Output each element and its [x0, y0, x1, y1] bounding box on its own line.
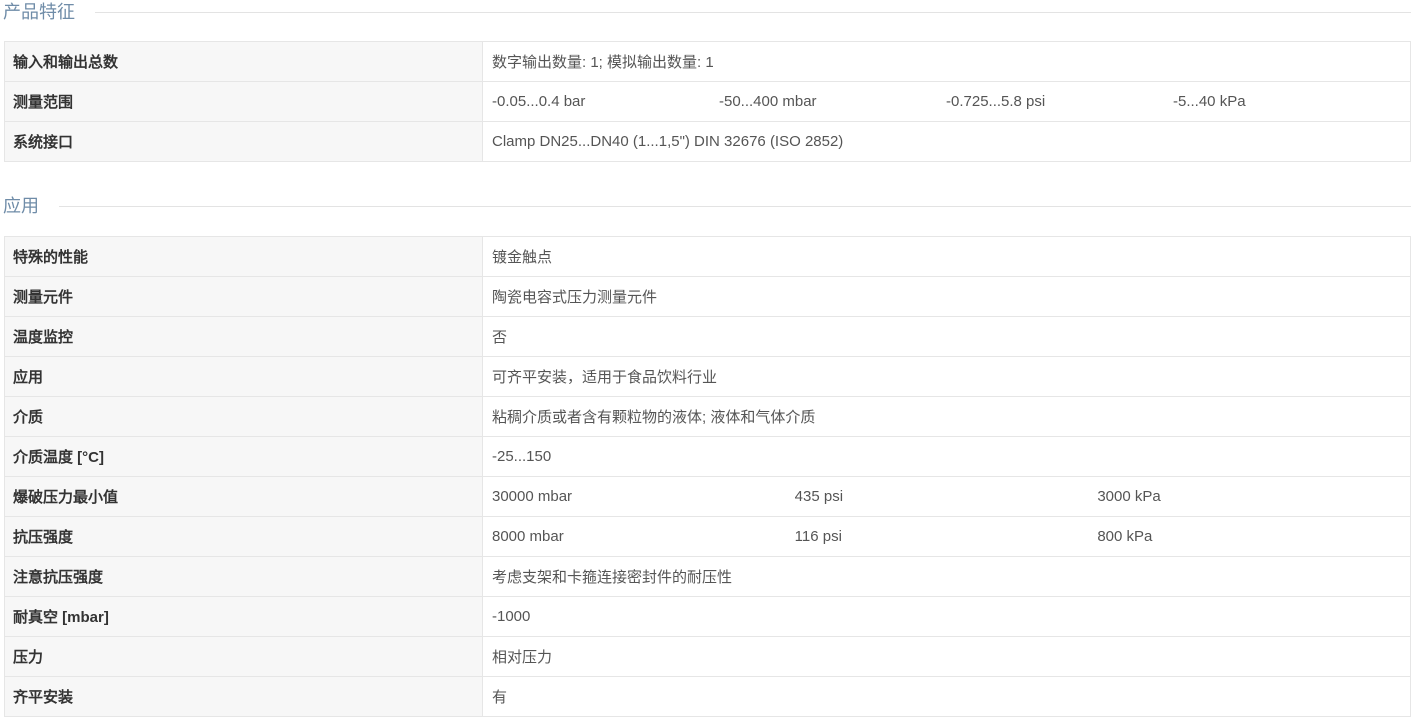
- spec-value-item: 可齐平安装，适用于食品饮料行业: [492, 369, 718, 386]
- spec-value-item: 30000 mbar: [492, 488, 573, 505]
- spec-value: 有: [483, 677, 1411, 716]
- spec-value-item: 否: [492, 329, 508, 346]
- spec-label: 齐平安装: [5, 677, 483, 716]
- spec-value: 30000 mbar 435 psi 3000 kPa: [483, 477, 1411, 516]
- section-title: 应用: [3, 196, 39, 216]
- spec-value: 粘稠介质或者含有颗粒物的液体; 液体和气体介质: [483, 397, 1411, 436]
- spec-value-item: 镀金触点: [492, 249, 553, 266]
- section-divider: [59, 205, 1411, 207]
- spec-value: 数字输出数量: 1; 模拟输出数量: 1: [483, 42, 1411, 81]
- spec-value-item: -5...40 kPa: [1173, 93, 1246, 110]
- spec-value: 8000 mbar 116 psi 800 kPa: [483, 517, 1411, 556]
- spec-row-medium: 介质 粘稠介质或者含有颗粒物的液体; 液体和气体介质: [5, 397, 1411, 437]
- spec-value: Clamp DN25...DN40 (1...1,5") DIN 32676 (…: [483, 122, 1411, 161]
- spec-value: 镀金触点: [483, 237, 1411, 276]
- spec-label: 特殊的性能: [5, 237, 483, 276]
- spec-table-product-features: 输入和输出总数 数字输出数量: 1; 模拟输出数量: 1 测量范围 -0.05.…: [4, 41, 1411, 162]
- spec-value-item: 数字输出数量: 1; 模拟输出数量: 1: [492, 54, 714, 71]
- spec-value: 陶瓷电容式压力测量元件: [483, 277, 1411, 316]
- spec-row-pressure-type: 压力 相对压力: [5, 637, 1411, 677]
- spec-value-item: 435 psi: [794, 488, 844, 505]
- spec-value: -1000: [483, 597, 1411, 636]
- spec-row-special-feature: 特殊的性能 镀金触点: [5, 237, 1411, 277]
- spec-value-item: -1000: [492, 608, 531, 625]
- spec-value: 考虑支架和卡箍连接密封件的耐压性: [483, 557, 1411, 596]
- spec-value-item: -0.725...5.8 psi: [946, 93, 1046, 110]
- section-header-application: 应用: [3, 194, 1411, 218]
- spec-row-pressure-rating-note: 注意抗压强度 考虑支架和卡箍连接密封件的耐压性: [5, 557, 1411, 597]
- spec-value-item: 陶瓷电容式压力测量元件: [492, 289, 658, 306]
- spec-row-medium-temperature: 介质温度 [°C] -25...150: [5, 437, 1411, 477]
- spec-value-item: 相对压力: [492, 649, 553, 666]
- spec-label: 耐真空 [mbar]: [5, 597, 483, 636]
- spec-value-item: 3000 kPa: [1097, 488, 1161, 505]
- spec-value-item: -0.05...0.4 bar: [492, 93, 586, 110]
- spec-label: 注意抗压强度: [5, 557, 483, 596]
- spec-value: 否: [483, 317, 1411, 356]
- spec-value-item: Clamp DN25...DN40 (1...1,5") DIN 32676 (…: [492, 133, 844, 150]
- spec-value-item: -25...150: [492, 448, 552, 465]
- spec-row-vacuum-resistance: 耐真空 [mbar] -1000: [5, 597, 1411, 637]
- spec-label: 介质: [5, 397, 483, 436]
- section-divider: [95, 11, 1411, 13]
- spec-row-flush-mounting: 齐平安装 有: [5, 677, 1411, 717]
- spec-table-application: 特殊的性能 镀金触点 测量元件 陶瓷电容式压力测量元件 温度监控 否 应用 可齐…: [4, 236, 1411, 717]
- spec-value-item: 116 psi: [794, 528, 842, 545]
- spec-row-measuring-range: 测量范围 -0.05...0.4 bar -50...400 mbar -0.7…: [5, 82, 1411, 122]
- spec-label: 系统接口: [5, 122, 483, 161]
- spec-row-process-connection: 系统接口 Clamp DN25...DN40 (1...1,5") DIN 32…: [5, 122, 1411, 162]
- spec-value: -25...150: [483, 437, 1411, 476]
- spec-value: 相对压力: [483, 637, 1411, 676]
- spec-label: 应用: [5, 357, 483, 396]
- section-header-product-features: 产品特征: [3, 0, 1411, 24]
- spec-value-item: 8000 mbar: [492, 528, 564, 545]
- spec-value-item: -50...400 mbar: [719, 93, 817, 110]
- spec-row-measuring-element: 测量元件 陶瓷电容式压力测量元件: [5, 277, 1411, 317]
- spec-row-application: 应用 可齐平安装，适用于食品饮料行业: [5, 357, 1411, 397]
- spec-row-pressure-rating: 抗压强度 8000 mbar 116 psi 800 kPa: [5, 517, 1411, 557]
- spec-row-io-count: 输入和输出总数 数字输出数量: 1; 模拟输出数量: 1: [5, 42, 1411, 82]
- section-title: 产品特征: [3, 2, 75, 22]
- spec-label: 输入和输出总数: [5, 42, 483, 81]
- spec-page: 产品特征 输入和输出总数 数字输出数量: 1; 模拟输出数量: 1 测量范围 -…: [0, 0, 1416, 724]
- spec-label: 爆破压力最小值: [5, 477, 483, 516]
- spec-value: 可齐平安装，适用于食品饮料行业: [483, 357, 1411, 396]
- spec-label: 抗压强度: [5, 517, 483, 556]
- spec-label: 压力: [5, 637, 483, 676]
- spec-value-item: 有: [492, 689, 508, 706]
- spec-label: 温度监控: [5, 317, 483, 356]
- spec-label: 介质温度 [°C]: [5, 437, 483, 476]
- spec-value-item: 800 kPa: [1097, 528, 1153, 545]
- spec-label: 测量范围: [5, 82, 483, 121]
- spec-row-temperature-monitoring: 温度监控 否: [5, 317, 1411, 357]
- spec-value-item: 考虑支架和卡箍连接密封件的耐压性: [492, 569, 733, 586]
- spec-value-item: 粘稠介质或者含有颗粒物的液体; 液体和气体介质: [492, 409, 816, 426]
- spec-label: 测量元件: [5, 277, 483, 316]
- spec-row-min-burst-pressure: 爆破压力最小值 30000 mbar 435 psi 3000 kPa: [5, 477, 1411, 517]
- spec-value: -0.05...0.4 bar -50...400 mbar -0.725...…: [483, 82, 1411, 121]
